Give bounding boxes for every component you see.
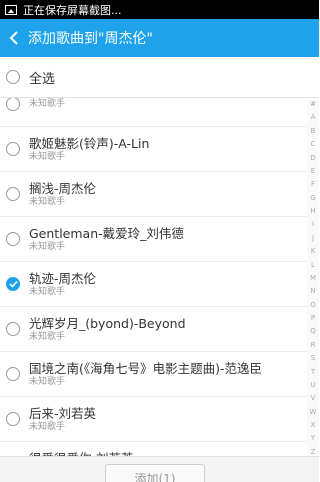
song-row[interactable]: 未知歌手 [0, 98, 307, 127]
alpha-index-letter[interactable]: V [311, 394, 316, 402]
alpha-index-letter[interactable]: D [310, 154, 315, 162]
song-radio[interactable] [6, 412, 20, 426]
alpha-index-letter[interactable]: G [310, 194, 315, 202]
song-artist: 未知歌手 [29, 421, 66, 432]
song-row[interactable]: Gentleman-戴爱玲_刘伟德 未知歌手 [0, 217, 307, 262]
bottom-bar: 添加(1) [0, 456, 319, 482]
song-artist: 未知歌手 [29, 151, 66, 162]
alpha-index-letter[interactable]: C [311, 140, 316, 148]
song-title: 后来-刘若英 [29, 405, 97, 421]
song-row[interactable]: 很爱很爱你-刘若英未知歌手 [0, 442, 307, 456]
alpha-index-letter[interactable]: J [312, 234, 314, 242]
song-row[interactable]: 轨迹-周杰伦 未知歌手 [0, 262, 307, 307]
song-title: 国境之南(《海角七号》电影主题曲)-范逸臣 [29, 360, 263, 376]
song-title: 轨迹-周杰伦 [29, 270, 97, 286]
song-artist: 未知歌手 [29, 98, 66, 109]
song-row[interactable]: 后来-刘若英 未知歌手 [0, 397, 307, 442]
screenshot-icon [5, 4, 17, 15]
alpha-index-letter[interactable]: R [311, 341, 316, 349]
song-row[interactable]: 国境之南(《海角七号》电影主题曲)-范逸臣 未知歌手 [0, 352, 307, 397]
select-all-radio[interactable] [6, 70, 20, 84]
alpha-index-letter[interactable]: L [311, 261, 315, 269]
alpha-index-letter[interactable]: N [310, 287, 315, 295]
song-list: 未知歌手 歌姬魅影(铃声)-A-Lin 未知歌手 搁浅-周杰伦 未知歌手 Gentlema… [0, 98, 307, 456]
status-bar: 正在保存屏幕截图... [0, 0, 319, 19]
alpha-index-letter[interactable]: U [310, 381, 315, 389]
song-row[interactable]: 搁浅-周杰伦 未知歌手 [0, 172, 307, 217]
alpha-index-letter[interactable]: B [311, 127, 316, 135]
alpha-index-letter[interactable]: # [310, 100, 316, 108]
title-bar: 添加歌曲到"周杰伦" [0, 19, 319, 57]
select-all-row[interactable]: 全选 [0, 57, 319, 98]
song-text: 未知歌手 [29, 99, 65, 110]
song-radio[interactable] [6, 367, 20, 381]
song-title: Gentleman-戴爱玲_刘伟德 [29, 225, 184, 241]
page-title: 添加歌曲到"周杰伦" [28, 31, 153, 47]
alpha-index-letter[interactable]: E [311, 167, 315, 175]
song-artist: 未知歌手 [29, 241, 66, 252]
alpha-index-letter[interactable]: T [311, 368, 315, 376]
song-list-viewport[interactable]: 未知歌手 歌姬魅影(铃声)-A-Lin 未知歌手 搁浅-周杰伦 未知歌手 Gentlema… [0, 98, 319, 456]
song-artist: 未知歌手 [29, 331, 66, 342]
alpha-index-letter[interactable]: K [311, 247, 316, 255]
song-text: 国境之南(《海角七号》电影主题曲)-范逸臣 未知歌手 [29, 361, 262, 388]
song-title: 光辉岁月_(byond)-Beyond [29, 315, 186, 331]
alpha-index-letter[interactable]: M [310, 274, 316, 282]
song-radio[interactable] [6, 98, 20, 111]
song-row[interactable]: 歌姬魅影(铃声)-A-Lin 未知歌手 [0, 127, 307, 172]
alpha-index-letter[interactable]: F [311, 180, 315, 188]
song-row[interactable]: 光辉岁月_(byond)-Beyond 未知歌手 [0, 307, 307, 352]
song-text: 搁浅-周杰伦 未知歌手 [29, 181, 96, 208]
alpha-index-letter[interactable]: H [310, 207, 315, 215]
back-icon[interactable] [2, 19, 26, 57]
song-artist: 未知歌手 [29, 196, 66, 207]
song-title: 歌姬魅影(铃声)-A-Lin [29, 135, 150, 151]
select-all-label: 全选 [29, 71, 56, 87]
alphabet-index[interactable]: # A B C D E F G H I J K L M N O P Q R S T U V W X Y Z [307, 100, 319, 456]
alpha-index-letter[interactable]: X [311, 421, 316, 429]
check-icon [8, 280, 18, 288]
song-radio[interactable] [6, 142, 20, 156]
song-text: 后来-刘若英 未知歌手 [29, 406, 96, 433]
alpha-index-letter[interactable]: W [310, 408, 317, 416]
song-radio[interactable] [6, 187, 20, 201]
song-text: 歌姬魅影(铃声)-A-Lin 未知歌手 [29, 136, 149, 163]
alpha-index-letter[interactable]: Q [310, 327, 316, 335]
song-radio[interactable] [6, 322, 20, 336]
song-radio-checked[interactable] [6, 277, 20, 291]
alpha-index-letter[interactable]: P [311, 314, 315, 322]
song-text: 光辉岁月_(byond)-Beyond 未知歌手 [29, 316, 186, 343]
song-radio[interactable] [6, 232, 20, 246]
song-artist: 未知歌手 [29, 376, 66, 387]
song-artist: 未知歌手 [29, 286, 66, 297]
status-text: 正在保存屏幕截图... [23, 3, 122, 17]
alpha-index-letter[interactable]: Z [311, 448, 316, 456]
alpha-index-letter[interactable]: I [312, 220, 314, 228]
alpha-index-letter[interactable]: S [311, 354, 315, 362]
song-text: 轨迹-周杰伦 未知歌手 [29, 271, 96, 298]
alpha-index-letter[interactable]: A [311, 113, 316, 121]
alpha-index-letter[interactable]: Y [311, 434, 315, 442]
add-button[interactable]: 添加(1) [105, 464, 205, 482]
song-text: Gentleman-戴爱玲_刘伟德 未知歌手 [29, 226, 184, 253]
song-title: 搁浅-周杰伦 [29, 180, 97, 196]
alpha-index-letter[interactable]: O [310, 301, 316, 309]
